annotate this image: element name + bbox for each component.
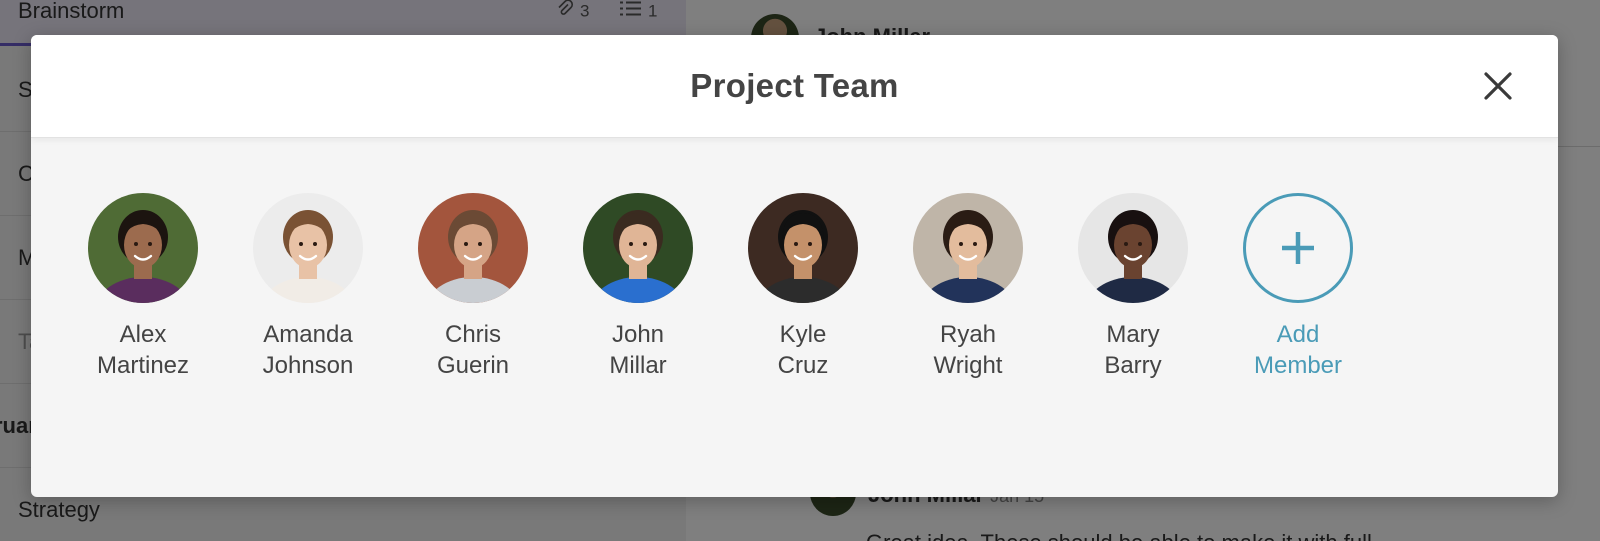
close-button[interactable]	[1480, 68, 1516, 104]
member-name: Kyle Cruz	[778, 319, 829, 381]
team-member-list: Alex Martinez Amanda Johnson Chris Guerin John…	[88, 193, 1408, 381]
team-member-kyle-cruz[interactable]: Kyle Cruz	[748, 193, 858, 381]
add-member-button[interactable]: Add Member	[1243, 193, 1353, 381]
team-member-alex-martinez[interactable]: Alex Martinez	[88, 193, 198, 381]
app-window: Brainstorm 3 1 S C M Ta	[0, 0, 1600, 541]
member-last-name: Johnson	[262, 352, 354, 379]
member-name: Chris Guerin	[437, 319, 509, 381]
add-member-label-line1: Add	[1276, 321, 1320, 348]
member-last-name: Cruz	[777, 352, 829, 379]
member-first-name: Amanda	[263, 321, 353, 348]
close-icon	[1484, 72, 1512, 100]
member-first-name: Mary	[1106, 321, 1160, 348]
member-name: Alex Martinez	[97, 319, 189, 381]
avatar	[418, 193, 528, 303]
add-member-label: Add Member	[1254, 319, 1342, 381]
modal-title: Project Team	[690, 67, 899, 104]
plus-icon	[1243, 193, 1353, 303]
member-last-name: Wright	[933, 352, 1003, 379]
avatar	[748, 193, 858, 303]
avatar	[913, 193, 1023, 303]
team-member-john-millar[interactable]: John Millar	[583, 193, 693, 381]
project-team-modal: Project Team Alex Martinez Amanda Johnson Ch…	[31, 35, 1558, 497]
team-member-ryah-wright[interactable]: Ryah Wright	[913, 193, 1023, 381]
avatar	[583, 193, 693, 303]
avatar	[1078, 193, 1188, 303]
member-name: Amanda Johnson	[263, 319, 354, 381]
team-member-amanda-johnson[interactable]: Amanda Johnson	[253, 193, 363, 381]
member-last-name: Guerin	[436, 352, 510, 379]
member-name: Ryah Wright	[934, 319, 1003, 381]
member-last-name: Barry	[1104, 352, 1162, 379]
member-name: Mary Barry	[1104, 319, 1161, 381]
member-name: John Millar	[609, 319, 666, 381]
avatar	[88, 193, 198, 303]
member-first-name: Alex	[119, 321, 167, 348]
member-first-name: Ryah	[939, 321, 997, 348]
member-last-name: Martinez	[96, 352, 190, 379]
team-member-mary-barry[interactable]: Mary Barry	[1078, 193, 1188, 381]
member-last-name: Millar	[609, 352, 667, 379]
modal-header: Project Team	[31, 35, 1558, 138]
add-member-label-line2: Member	[1253, 352, 1343, 379]
team-member-chris-guerin[interactable]: Chris Guerin	[418, 193, 528, 381]
member-first-name: John	[611, 321, 665, 348]
member-first-name: Chris	[444, 321, 501, 348]
member-first-name: Kyle	[779, 321, 827, 348]
avatar	[253, 193, 363, 303]
